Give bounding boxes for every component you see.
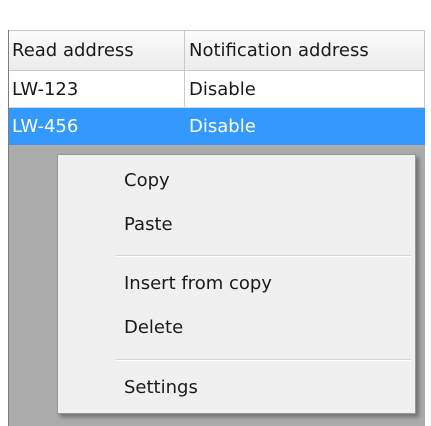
read-address-cell[interactable]: LW-456: [9, 108, 185, 145]
column-header-read-address[interactable]: Read address: [9, 31, 185, 70]
table-header-row: Read address Notification address: [9, 30, 425, 71]
context-menu: Copy Paste Insert from copy Delete Setti…: [57, 154, 416, 414]
screen: Read address Notification address LW-123…: [0, 0, 431, 426]
menu-item-copy[interactable]: Copy: [60, 162, 413, 198]
notification-address-cell[interactable]: Disable: [185, 71, 425, 107]
table-row-selected[interactable]: LW-456 Disable: [9, 108, 425, 145]
menu-separator: [116, 255, 411, 257]
menu-separator: [116, 359, 411, 361]
menu-item-paste[interactable]: Paste: [60, 206, 413, 242]
menu-item-settings[interactable]: Settings: [60, 369, 413, 405]
window-top-area: [0, 0, 431, 30]
table-row[interactable]: LW-123 Disable: [9, 71, 425, 108]
menu-item-insert-from-copy[interactable]: Insert from copy: [60, 265, 413, 301]
column-header-notification-address[interactable]: Notification address: [185, 31, 425, 70]
read-address-cell[interactable]: LW-123: [9, 71, 185, 107]
notification-address-cell[interactable]: Disable: [185, 108, 425, 145]
menu-item-delete[interactable]: Delete: [60, 309, 413, 345]
